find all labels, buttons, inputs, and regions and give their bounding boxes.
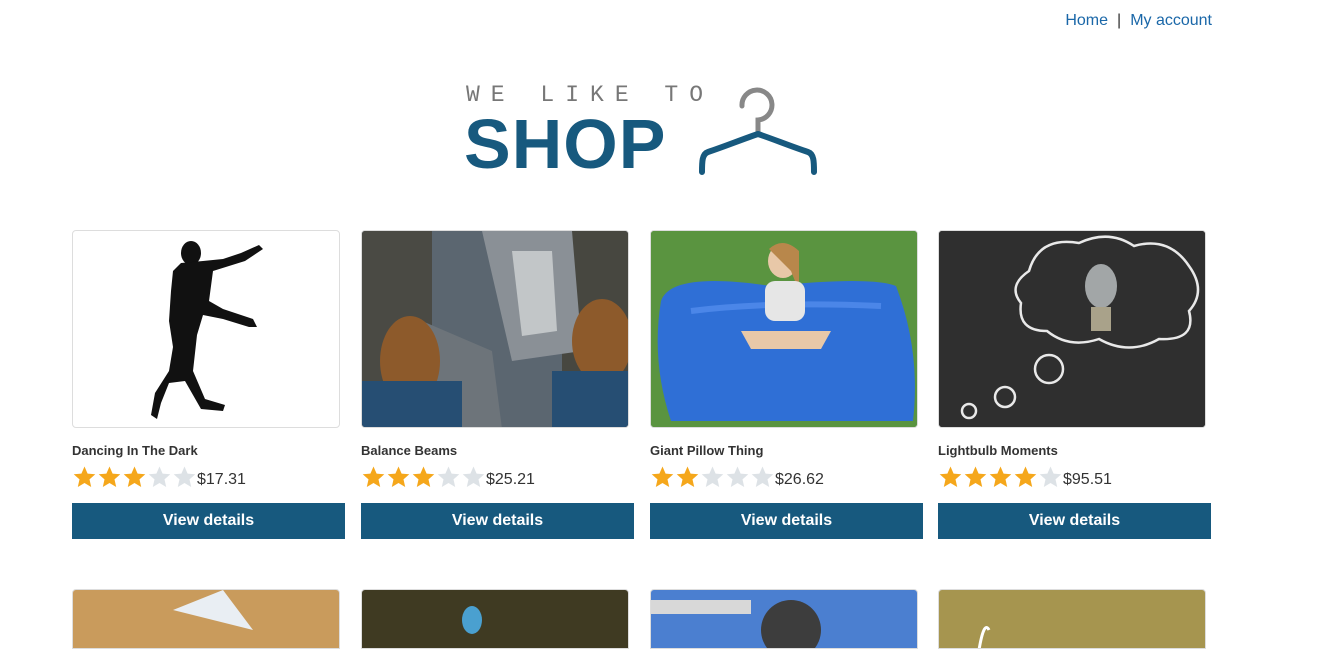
view-details-button[interactable]: View details — [650, 503, 923, 539]
product-image-giant-pillow[interactable] — [650, 230, 918, 428]
product-image[interactable] — [72, 589, 340, 649]
rating-stars — [650, 465, 775, 489]
star-filled-icon — [964, 466, 987, 487]
star-filled-icon — [939, 466, 962, 487]
product-name: Dancing In The Dark — [72, 443, 198, 458]
hanger-icon — [699, 87, 817, 175]
star-empty-icon — [462, 466, 485, 487]
star-empty-icon — [173, 466, 196, 487]
view-details-button[interactable]: View details — [361, 503, 634, 539]
star-filled-icon — [387, 466, 410, 487]
product-image-dancing[interactable] — [72, 230, 340, 428]
product-image[interactable] — [650, 589, 918, 649]
product-name: Balance Beams — [361, 443, 458, 458]
product-image[interactable] — [938, 589, 1206, 649]
top-navigation: Home | My account — [1065, 12, 1212, 30]
star-empty-icon — [726, 466, 749, 487]
star-filled-icon — [651, 466, 674, 487]
star-empty-icon — [1039, 466, 1062, 487]
star-empty-icon — [701, 466, 724, 487]
star-filled-icon — [73, 466, 96, 487]
star-empty-icon — [437, 466, 460, 487]
view-details-button[interactable]: View details — [938, 503, 1211, 539]
star-filled-icon — [123, 466, 146, 487]
product-name: Giant Pillow Thing — [650, 443, 764, 458]
home-link[interactable]: Home — [1065, 12, 1108, 29]
star-filled-icon — [412, 466, 435, 487]
rating-stars — [938, 465, 1063, 489]
rating-stars — [361, 465, 486, 489]
nav-separator: | — [1117, 12, 1122, 29]
my-account-link[interactable]: My account — [1130, 12, 1212, 29]
product-price: $25.21 — [486, 471, 535, 488]
star-filled-icon — [362, 466, 385, 487]
star-filled-icon — [676, 466, 699, 487]
star-filled-icon — [1014, 466, 1037, 487]
star-filled-icon — [98, 466, 121, 487]
star-empty-icon — [751, 466, 774, 487]
product-image-balance-beams[interactable] — [361, 230, 629, 428]
star-empty-icon — [148, 466, 171, 487]
product-price: $26.62 — [775, 471, 824, 488]
star-filled-icon — [989, 466, 1012, 487]
product-image[interactable] — [361, 589, 629, 649]
rating-stars — [72, 465, 197, 489]
product-price: $95.51 — [1063, 471, 1112, 488]
view-details-button[interactable]: View details — [72, 503, 345, 539]
product-image-lightbulb[interactable] — [938, 230, 1206, 428]
shop-logo[interactable]: WE LIKE TO SHOP — [464, 82, 826, 183]
logo-word: SHOP — [464, 105, 667, 183]
product-price: $17.31 — [197, 471, 246, 488]
product-name: Lightbulb Moments — [938, 443, 1058, 458]
